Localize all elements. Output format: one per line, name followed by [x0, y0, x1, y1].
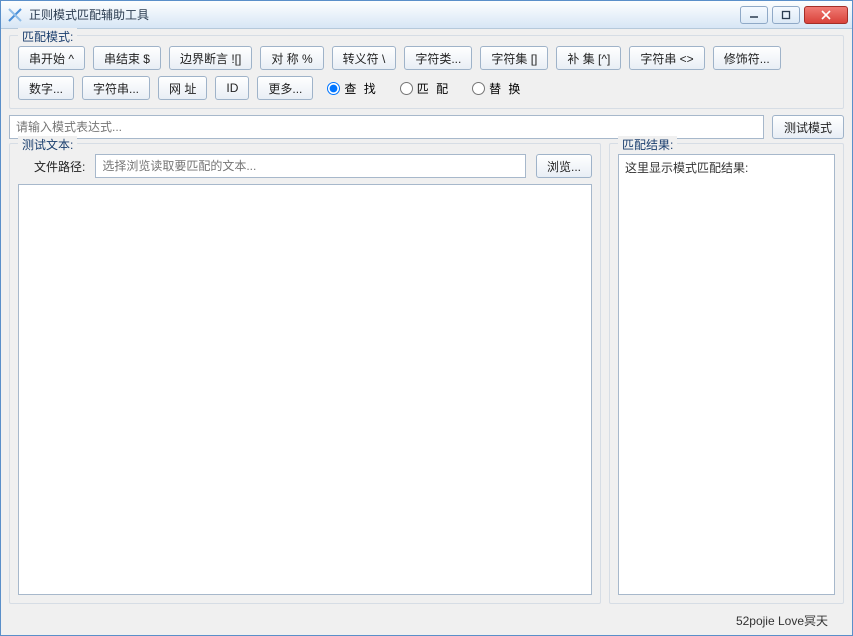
find-radio-input[interactable]: [327, 82, 340, 95]
result-legend: 匹配结果:: [618, 136, 677, 153]
find-radio[interactable]: 查 找: [327, 80, 377, 97]
pattern-buttons-row1: 串开始 ^ 串结束 $ 边界断言 ![] 对 称 % 转义符 \ 字符类... …: [18, 46, 835, 70]
middle-area: 测试文本: 文件路径: 浏览... 匹配结果: 这里显示模式匹配结果:: [9, 143, 844, 604]
file-path-input[interactable]: [95, 154, 526, 178]
file-path-label: 文件路径:: [34, 158, 85, 175]
string-literal-button[interactable]: 字符串 <>: [629, 46, 704, 70]
result-area: 这里显示模式匹配结果:: [618, 154, 835, 595]
left-panel: 测试文本: 文件路径: 浏览...: [9, 143, 601, 604]
minimize-button[interactable]: [740, 6, 768, 24]
pattern-buttons-row2: 数字... 字符串... 网 址 ID 更多... 查 找 匹 配: [18, 76, 835, 100]
maximize-button[interactable]: [772, 6, 800, 24]
test-text-legend: 测试文本:: [18, 136, 77, 153]
replace-radio-label: 替 换: [489, 80, 522, 97]
mode-radio-group: 查 找 匹 配 替 换: [327, 80, 522, 97]
replace-radio-input[interactable]: [472, 82, 485, 95]
test-pattern-button[interactable]: 测试模式: [772, 115, 844, 139]
client-area: 匹配模式: 串开始 ^ 串结束 $ 边界断言 ![] 对 称 % 转义符 \ 字…: [1, 29, 852, 635]
char-class-button[interactable]: 字符类...: [404, 46, 472, 70]
file-row: 文件路径: 浏览...: [18, 154, 592, 178]
pattern-row: 测试模式: [9, 115, 844, 139]
match-radio-input[interactable]: [400, 82, 413, 95]
char-set-button[interactable]: 字符集 []: [480, 46, 548, 70]
escape-char-button[interactable]: 转义符 \: [332, 46, 397, 70]
main-window: 正则模式匹配辅助工具 匹配模式: 串开始 ^ 串结束 $ 边界断言 ![] 对 …: [0, 0, 853, 636]
match-radio[interactable]: 匹 配: [400, 80, 450, 97]
match-mode-group: 匹配模式: 串开始 ^ 串结束 $ 边界断言 ![] 对 称 % 转义符 \ 字…: [9, 35, 844, 109]
result-group: 匹配结果: 这里显示模式匹配结果:: [609, 143, 844, 604]
symmetric-button[interactable]: 对 称 %: [260, 46, 323, 70]
close-button[interactable]: [804, 6, 848, 24]
digit-button[interactable]: 数字...: [18, 76, 74, 100]
result-placeholder: 这里显示模式匹配结果:: [625, 161, 748, 175]
test-text-area[interactable]: [18, 184, 592, 595]
test-text-group: 测试文本: 文件路径: 浏览...: [9, 143, 601, 604]
complement-set-button[interactable]: 补 集 [^]: [556, 46, 621, 70]
string-button[interactable]: 字符串...: [82, 76, 150, 100]
footer-text: 52pojie Love冥天: [9, 608, 844, 631]
match-mode-legend: 匹配模式:: [18, 28, 77, 45]
string-end-button[interactable]: 串结束 $: [93, 46, 161, 70]
modifier-button[interactable]: 修饰符...: [713, 46, 781, 70]
string-start-button[interactable]: 串开始 ^: [18, 46, 85, 70]
boundary-assert-button[interactable]: 边界断言 ![]: [169, 46, 252, 70]
titlebar-left: 正则模式匹配辅助工具: [7, 6, 149, 23]
right-panel: 匹配结果: 这里显示模式匹配结果:: [609, 143, 844, 604]
browse-button[interactable]: 浏览...: [536, 154, 592, 178]
window-title: 正则模式匹配辅助工具: [29, 6, 149, 23]
app-icon: [7, 7, 23, 23]
match-radio-label: 匹 配: [417, 80, 450, 97]
window-controls: [740, 6, 848, 24]
url-button[interactable]: 网 址: [158, 76, 207, 100]
replace-radio[interactable]: 替 换: [472, 80, 522, 97]
find-radio-label: 查 找: [344, 80, 377, 97]
titlebar: 正则模式匹配辅助工具: [1, 1, 852, 29]
more-button[interactable]: 更多...: [257, 76, 313, 100]
id-button[interactable]: ID: [215, 76, 249, 100]
